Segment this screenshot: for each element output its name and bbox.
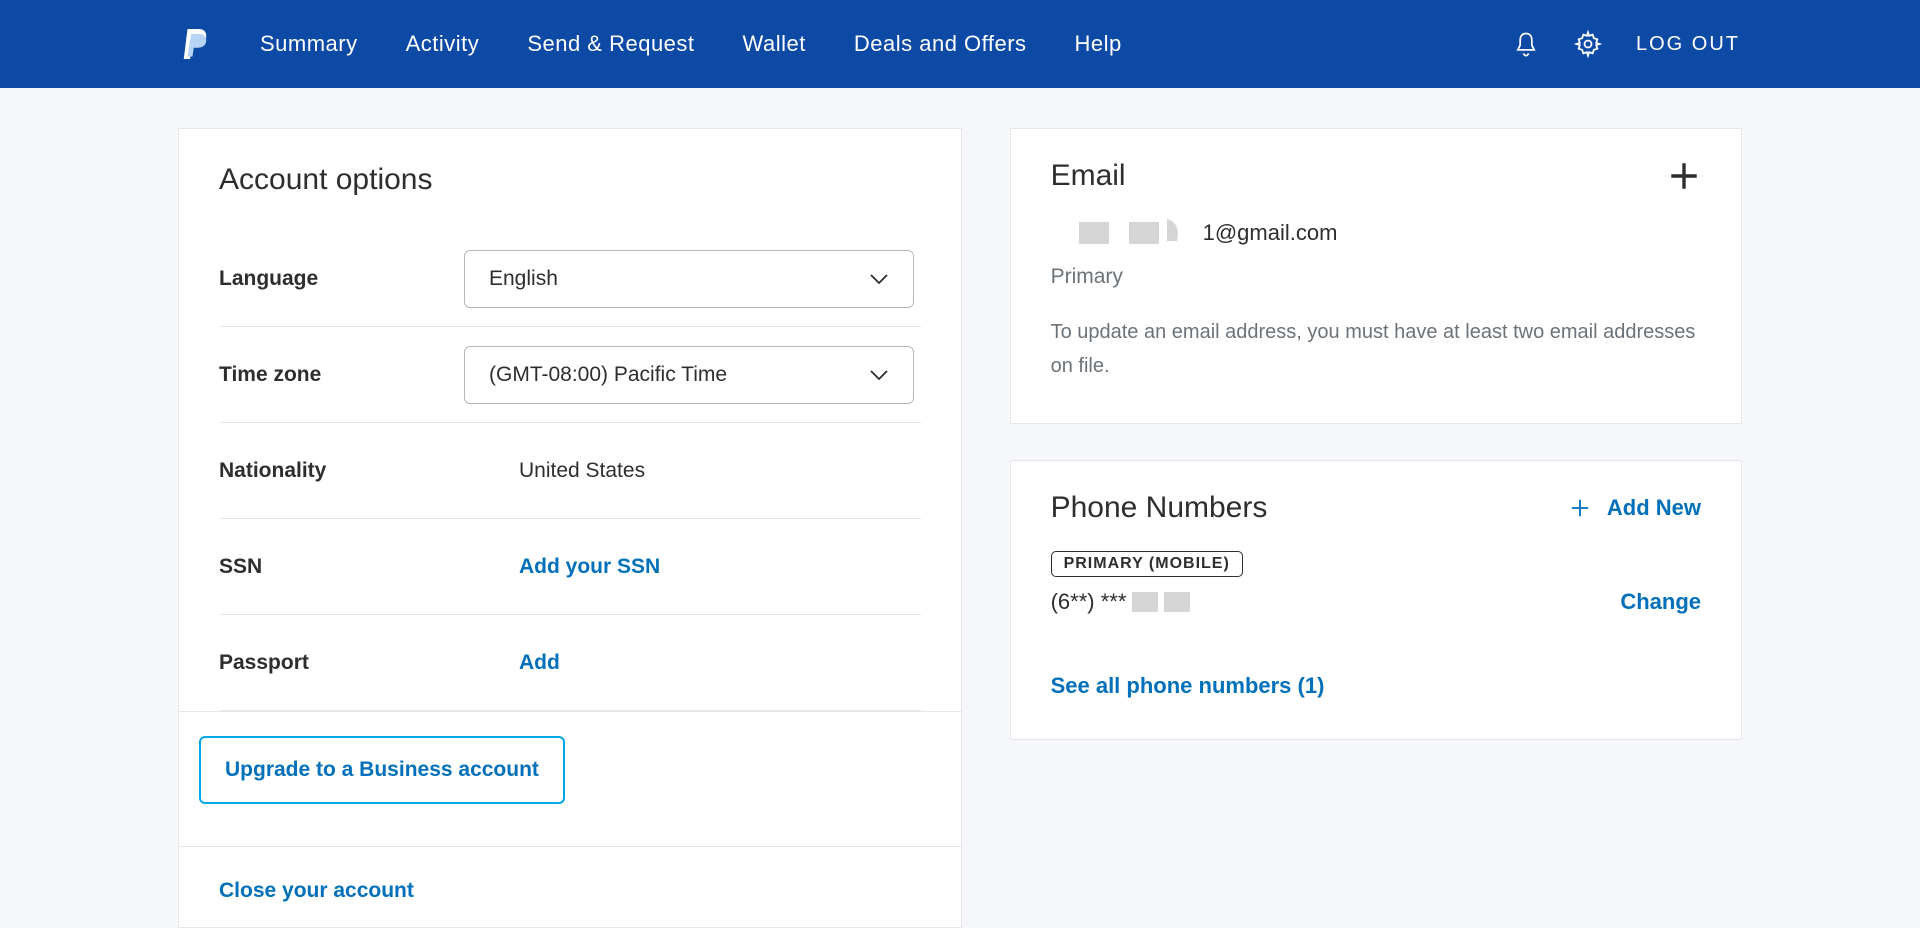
chevron-down-icon xyxy=(869,369,889,381)
email-primary-label: Primary xyxy=(1051,265,1701,289)
plus-icon xyxy=(1569,497,1591,519)
email-address: 1@gmail.com xyxy=(1051,219,1701,247)
nav-summary[interactable]: Summary xyxy=(260,31,358,57)
account-options-title: Account options xyxy=(219,163,921,197)
upgrade-business-button[interactable]: Upgrade to a Business account xyxy=(199,736,565,804)
chevron-down-icon xyxy=(869,273,889,285)
timezone-label: Time zone xyxy=(219,363,464,387)
right-column: Email 1@gmail.com Primary To update an e… xyxy=(1010,128,1742,928)
phone-primary-badge: PRIMARY (MOBILE) xyxy=(1051,551,1243,577)
account-options-panel: Account options Language English Time zo… xyxy=(178,128,962,928)
redacted-curve xyxy=(1167,219,1183,247)
nationality-row: Nationality United States xyxy=(219,423,921,519)
change-phone-link[interactable]: Change xyxy=(1620,589,1701,615)
passport-row: Passport Add xyxy=(219,615,921,711)
redacted-block xyxy=(1129,222,1159,244)
nav-deals-offers[interactable]: Deals and Offers xyxy=(854,31,1027,57)
nav-activity[interactable]: Activity xyxy=(406,31,480,57)
add-email-plus-icon[interactable] xyxy=(1667,159,1701,193)
notifications-icon[interactable] xyxy=(1512,30,1540,58)
language-select[interactable]: English xyxy=(464,250,914,308)
timezone-select[interactable]: (GMT-08:00) Pacific Time xyxy=(464,346,914,404)
add-new-label: Add New xyxy=(1607,495,1701,521)
add-ssn-link[interactable]: Add your SSN xyxy=(464,555,660,579)
close-account-link[interactable]: Close your account xyxy=(219,871,414,903)
passport-label: Passport xyxy=(219,651,464,675)
nav-send-request[interactable]: Send & Request xyxy=(527,31,694,57)
top-nav-header: Summary Activity Send & Request Wallet D… xyxy=(0,0,1920,88)
main-nav: Summary Activity Send & Request Wallet D… xyxy=(260,31,1512,57)
ssn-row: SSN Add your SSN xyxy=(219,519,921,615)
timezone-row: Time zone (GMT-08:00) Pacific Time xyxy=(219,327,921,423)
paypal-logo-icon xyxy=(180,26,210,62)
content-area: Account options Language English Time zo… xyxy=(0,88,1920,928)
language-label: Language xyxy=(219,267,464,291)
add-phone-link[interactable]: Add New xyxy=(1569,495,1701,521)
nationality-label: Nationality xyxy=(219,459,464,483)
phone-title: Phone Numbers xyxy=(1051,491,1268,525)
redacted-block xyxy=(1079,222,1109,244)
email-title: Email xyxy=(1051,159,1126,193)
ssn-label: SSN xyxy=(219,555,464,579)
phone-card: Phone Numbers Add New PRIMARY (MOBILE) (… xyxy=(1010,460,1742,740)
nationality-value: United States xyxy=(464,459,645,483)
redacted-block xyxy=(1132,592,1158,612)
nav-help[interactable]: Help xyxy=(1075,31,1122,57)
add-passport-link[interactable]: Add xyxy=(464,651,560,675)
nav-wallet[interactable]: Wallet xyxy=(743,31,806,57)
email-card: Email 1@gmail.com Primary To update an e… xyxy=(1010,128,1742,424)
phone-number-prefix: (6**) *** xyxy=(1051,589,1127,615)
phone-number: (6**) *** xyxy=(1051,589,1191,615)
header-right: LOG OUT xyxy=(1512,30,1740,58)
settings-gear-icon[interactable] xyxy=(1574,30,1602,58)
language-row: Language English xyxy=(219,231,921,327)
redacted-block xyxy=(1164,592,1190,612)
logout-link[interactable]: LOG OUT xyxy=(1636,33,1740,56)
email-suffix: 1@gmail.com xyxy=(1203,220,1338,246)
see-all-phones-link[interactable]: See all phone numbers (1) xyxy=(1051,673,1701,699)
timezone-value: (GMT-08:00) Pacific Time xyxy=(489,363,727,387)
language-value: English xyxy=(489,267,558,291)
email-hint: To update an email address, you must hav… xyxy=(1051,315,1701,383)
